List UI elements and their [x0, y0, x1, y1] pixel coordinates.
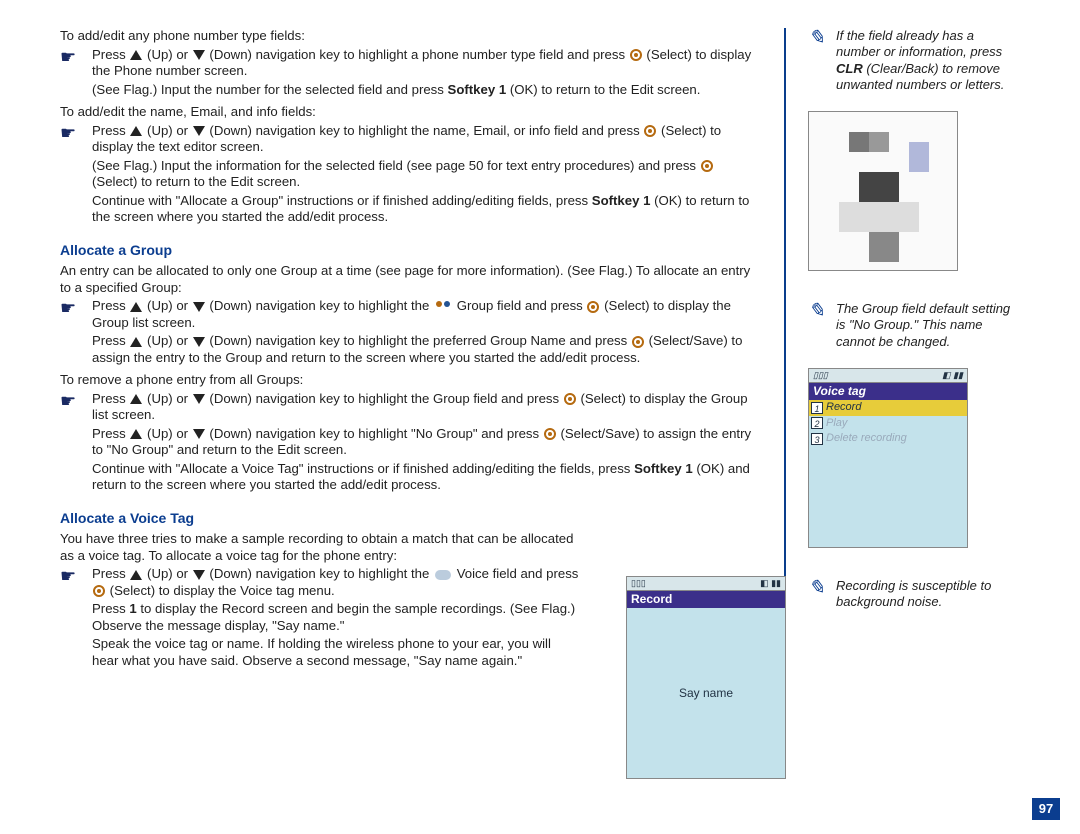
heading-allocate-group: Allocate a Group	[60, 242, 758, 260]
bullet-item: ☛ Press (Up) or (Down) navigation key to…	[60, 391, 758, 424]
pointer-icon: ☛	[60, 298, 82, 331]
select-icon	[587, 301, 599, 313]
group-intro: An entry can be allocated to only one Gr…	[60, 263, 758, 296]
side-note: ✎ The Group field default setting is "No…	[808, 301, 1020, 350]
select-icon	[630, 49, 642, 61]
bullet-item: ☛ Press (Up) or (Down) navigation key to…	[60, 123, 758, 156]
phone-record-screenshot: ▯▯▯ ◧ ▮▮ Record Say name	[626, 576, 786, 779]
heading-allocate-voice: Allocate a Voice Tag	[60, 510, 758, 528]
pointer-icon: ☛	[60, 391, 82, 424]
sub-item: Continue with "Allocate a Voice Tag" ins…	[60, 461, 758, 494]
up-icon	[130, 337, 142, 347]
down-icon	[193, 50, 205, 60]
select-icon	[644, 125, 656, 137]
sub-item: Press (Up) or (Down) navigation key to h…	[60, 426, 758, 459]
phone-menu-item: 1Record	[809, 400, 967, 416]
sub-item: Speak the voice tag or name. If holding …	[60, 636, 580, 669]
sub-item: Continue with "Allocate a Group" instruc…	[60, 193, 758, 226]
note-icon: ✎	[808, 28, 828, 93]
bullet-item: ☛ Press (Up) or (Down) navigation key to…	[60, 566, 580, 599]
page-number: 97	[1032, 798, 1060, 820]
side-column: ✎ If the field already has a number or i…	[804, 28, 1020, 671]
phone-menu-item: 3Delete recording	[809, 431, 967, 447]
down-icon	[193, 570, 205, 580]
remove-intro: To remove a phone entry from all Groups:	[60, 372, 758, 389]
pointer-icon: ☛	[60, 47, 82, 80]
note-icon: ✎	[808, 578, 828, 611]
pointer-icon: ☛	[60, 123, 82, 156]
select-icon	[632, 336, 644, 348]
select-icon	[564, 393, 576, 405]
select-icon	[701, 160, 713, 172]
down-icon	[193, 337, 205, 347]
pointer-icon: ☛	[60, 566, 82, 599]
down-icon	[193, 302, 205, 312]
voice-intro: You have three tries to make a sample re…	[60, 531, 580, 564]
screenshot-thumbnail	[808, 111, 958, 271]
group-icon	[435, 301, 451, 313]
voice-icon	[435, 570, 451, 580]
select-icon	[93, 585, 105, 597]
down-icon	[193, 429, 205, 439]
side-note: ✎ If the field already has a number or i…	[808, 28, 1020, 93]
phone-menu-item: 2Play	[809, 416, 967, 432]
sub-item: Press (Up) or (Down) navigation key to h…	[60, 333, 758, 366]
up-icon	[130, 570, 142, 580]
intro-text: To add/edit the name, Email, and info fi…	[60, 104, 758, 121]
column-divider	[784, 28, 786, 671]
up-icon	[130, 429, 142, 439]
down-icon	[193, 126, 205, 136]
sub-item: (See Flag.) Input the information for th…	[60, 158, 758, 191]
up-icon	[130, 302, 142, 312]
down-icon	[193, 394, 205, 404]
main-column: To add/edit any phone number type fields…	[60, 28, 766, 671]
sub-item: (See Flag.) Input the number for the sel…	[60, 82, 758, 99]
bullet-item: ☛ Press (Up) or (Down) navigation key to…	[60, 47, 758, 80]
intro-text: To add/edit any phone number type fields…	[60, 28, 758, 45]
up-icon	[130, 126, 142, 136]
note-icon: ✎	[808, 301, 828, 350]
bullet-item: ☛ Press (Up) or (Down) navigation key to…	[60, 298, 758, 331]
select-icon	[544, 428, 556, 440]
side-note: ✎ Recording is susceptible to background…	[808, 578, 1020, 611]
sub-item: Press 1 to display the Record screen and…	[60, 601, 580, 634]
up-icon	[130, 50, 142, 60]
up-icon	[130, 394, 142, 404]
phone-voicetag-screenshot: ▯▯▯ ◧ ▮▮ Voice tag 1Record2Play3Delete r…	[808, 368, 968, 548]
